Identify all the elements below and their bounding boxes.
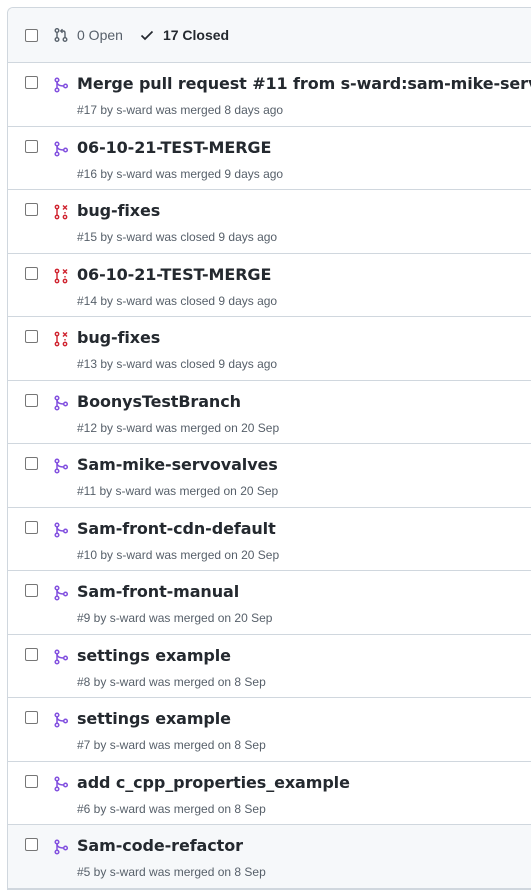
pull-request-meta: #10 by s-ward was merged on 20 Sep [77,547,280,562]
pull-request-title[interactable]: add c_cpp_properties_example [77,773,350,792]
pull-request-title[interactable]: Sam-front-cdn-default [77,519,276,538]
pull-request-meta: #13 by s-ward was closed 9 days ago [77,357,278,371]
row-checkbox[interactable] [25,647,38,661]
pull-request-meta: #8 by s-ward was merged on 8 Sep [77,674,266,689]
pull-request-row: Sam-front-cdn-default #10 by s-ward was … [8,508,531,571]
row-checkbox[interactable] [25,584,38,597]
pull-request-meta: #17 by s-ward was merged 8 days ago [77,103,284,117]
merged-icon [53,712,69,728]
pull-request-row: Merge pull request #11 from s-ward:sam-m… [8,63,531,127]
merged-icon [53,458,69,474]
row-checkbox[interactable] [25,266,38,280]
merged-icon [53,140,69,157]
pull-request-meta: #14 by s-ward was closed 9 days ago [77,293,278,308]
pull-request-title[interactable]: bug-fixes [77,328,160,347]
pull-request-title[interactable]: 06-10-21-TEST-MERGE [77,138,271,157]
pull-request-row: bug-fixes #15 by s-ward was closed 9 day… [8,190,531,254]
merged-icon [53,394,69,411]
pull-request-title[interactable]: Sam-mike-servovalves [77,455,278,474]
pull-request-row: Sam-front-manual #9 by s-ward was merged… [8,571,531,635]
select-all-checkbox[interactable] [25,28,38,42]
pull-request-meta: #7 by s-ward was merged on 8 Sep [77,738,266,752]
pull-request-icon [54,28,68,42]
pull-request-title[interactable]: Sam-code-refactor [77,836,243,855]
pull-request-title[interactable]: bug-fixes [77,201,160,220]
pull-request-meta: #6 by s-ward was merged on 8 Sep [77,801,266,816]
pull-request-row: 06-10-21-TEST-MERGE #14 by s-ward was cl… [8,254,531,317]
pull-request-row: Sam-mike-servovalves #11 by s-ward was m… [8,444,531,508]
row-checkbox[interactable] [25,838,38,851]
merged-icon [53,775,69,792]
row-checkbox[interactable] [25,330,38,343]
list-header: 0 Open 17 Closed [8,8,531,63]
pull-request-row: BoonysTestBranch #12 by s-ward was merge… [8,381,531,444]
row-checkbox[interactable] [25,393,38,407]
pull-request-title[interactable]: settings example [77,709,231,728]
pull-request-list: 0 Open 17 Closed Merge pull request #11 … [7,7,531,890]
pull-request-meta: #5 by s-ward was merged on 8 Sep [77,865,266,879]
pull-request-row: settings example #8 by s-ward was merged… [8,635,531,698]
closed-filter-link[interactable]: 17 Closed [139,27,229,43]
row-checkbox[interactable] [25,457,38,470]
open-count-label: 0 Open [77,27,123,43]
pull-request-meta: #12 by s-ward was merged on 20 Sep [77,420,280,435]
pull-request-row: Sam-code-refactor #5 by s-ward was merge… [8,825,531,889]
pull-request-row: add c_cpp_properties_example #6 by s-war… [8,762,531,825]
merged-icon [53,585,69,601]
closed-pr-icon [53,204,69,220]
row-checkbox[interactable] [25,711,38,724]
pull-request-meta: #15 by s-ward was closed 9 days ago [77,230,278,244]
pull-request-title[interactable]: settings example [77,646,231,665]
closed-pr-icon [53,331,69,347]
pull-request-row: bug-fixes #13 by s-ward was closed 9 day… [8,317,531,381]
pull-request-title[interactable]: Sam-front-manual [77,582,239,601]
pull-request-meta: #9 by s-ward was merged on 20 Sep [77,611,273,625]
merged-icon [53,77,69,93]
check-icon [140,30,154,41]
row-checkbox[interactable] [25,520,38,534]
merged-icon [53,648,69,665]
row-checkbox[interactable] [25,139,38,153]
merged-icon [53,521,69,538]
row-checkbox[interactable] [25,203,38,216]
pull-request-row: settings example #7 by s-ward was merged… [8,698,531,762]
pull-request-title[interactable]: BoonysTestBranch [77,392,241,411]
pull-request-meta: #11 by s-ward was merged on 20 Sep [77,484,279,498]
pull-request-title[interactable]: 06-10-21-TEST-MERGE [77,265,271,284]
row-checkbox[interactable] [25,774,38,788]
open-filter-link[interactable]: 0 Open [53,27,123,43]
closed-pr-icon [53,268,69,284]
pull-request-title[interactable]: Merge pull request #11 from s-ward:sam-m… [77,74,531,93]
pull-request-row: 06-10-21-TEST-MERGE #16 by s-ward was me… [8,127,531,190]
row-checkbox[interactable] [25,76,38,89]
pull-request-meta: #16 by s-ward was merged 9 days ago [77,166,284,181]
closed-count-label: 17 Closed [162,27,230,43]
pull-request-rows: Merge pull request #11 from s-ward:sam-m… [8,63,531,889]
merged-icon [53,839,69,855]
